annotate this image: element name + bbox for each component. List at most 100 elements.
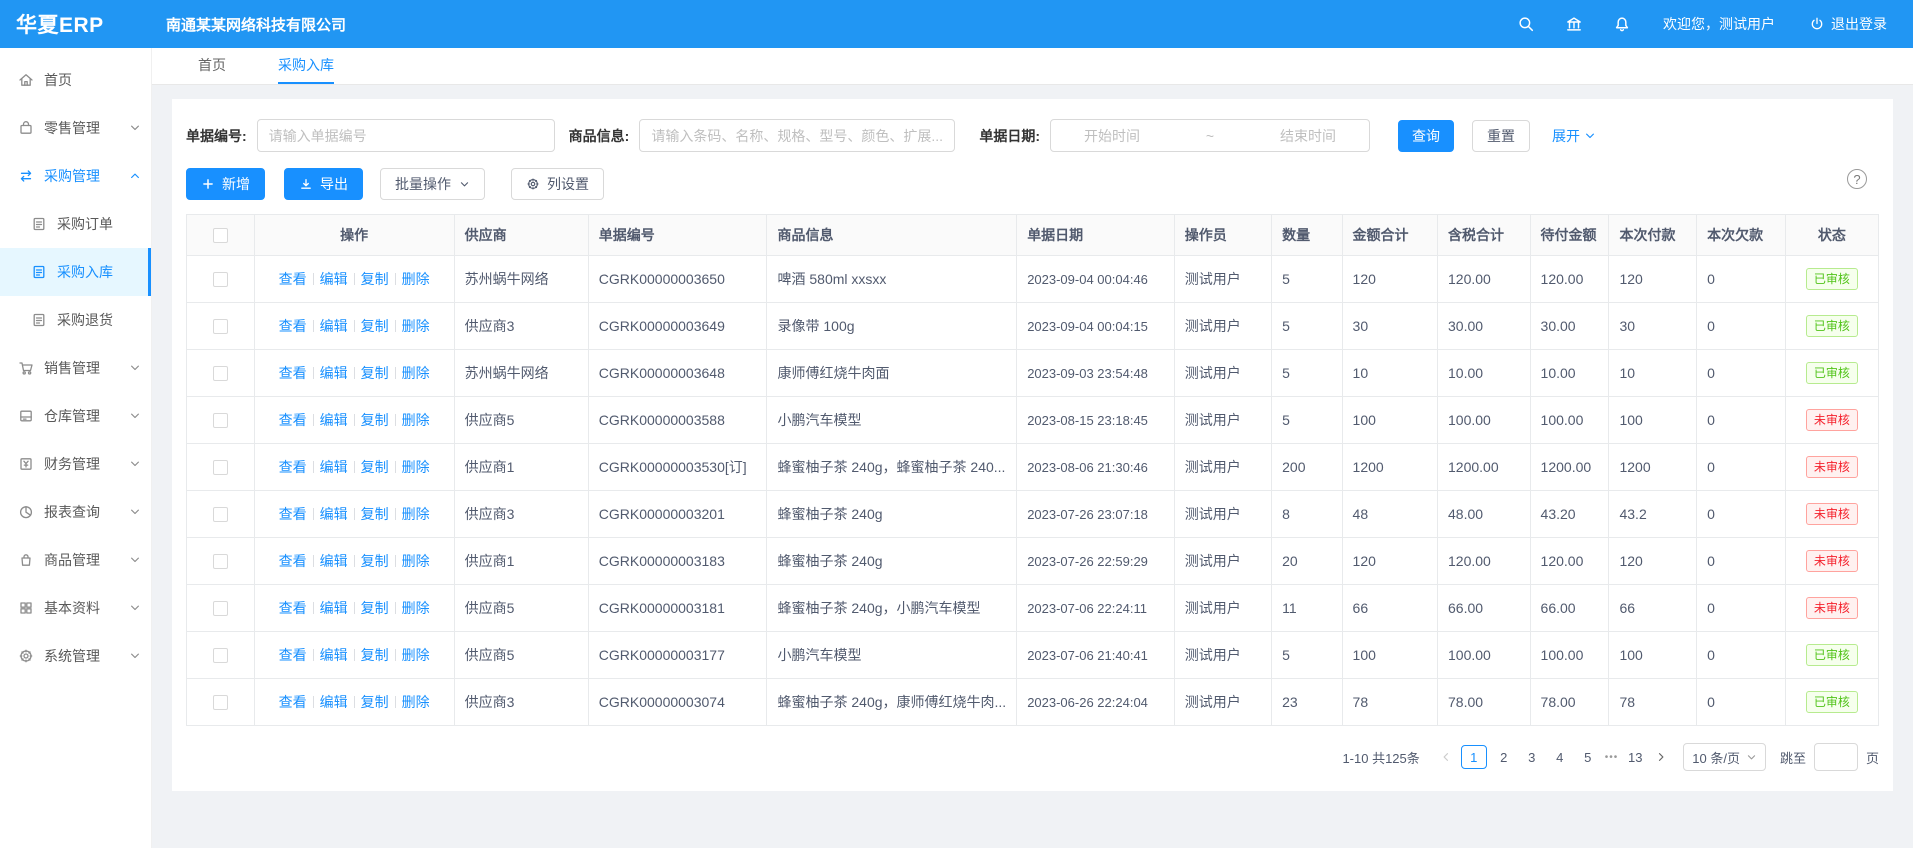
sidebar-item-retail[interactable]: 零售管理 xyxy=(0,104,151,152)
delete-link[interactable]: 删除 xyxy=(402,506,430,522)
sidebar-item-home[interactable]: 首页 xyxy=(0,56,151,104)
view-link[interactable]: 查看 xyxy=(279,365,307,381)
delete-link[interactable]: 删除 xyxy=(402,365,430,381)
page-button-2[interactable]: 2 xyxy=(1493,745,1515,769)
row-checkbox[interactable] xyxy=(213,319,228,334)
copy-link[interactable]: 复制 xyxy=(361,365,389,381)
delete-link[interactable]: 删除 xyxy=(402,553,430,569)
delete-link[interactable]: 删除 xyxy=(402,694,430,710)
batch-actions-button[interactable]: 批量操作 xyxy=(380,168,485,200)
chevron-down-icon xyxy=(129,458,141,470)
copy-link[interactable]: 复制 xyxy=(361,694,389,710)
row-checkbox[interactable] xyxy=(213,601,228,616)
prev-page-icon[interactable] xyxy=(1434,745,1458,769)
delete-link[interactable]: 删除 xyxy=(402,459,430,475)
edit-link[interactable]: 编辑 xyxy=(320,459,348,475)
copy-link[interactable]: 复制 xyxy=(361,412,389,428)
next-page-icon[interactable] xyxy=(1649,745,1673,769)
chevron-down-icon xyxy=(129,410,141,422)
page-size-select[interactable]: 10 条/页 xyxy=(1683,743,1766,771)
copy-link[interactable]: 复制 xyxy=(361,506,389,522)
help-icon[interactable]: ? xyxy=(1847,169,1867,189)
view-link[interactable]: 查看 xyxy=(279,318,307,334)
copy-link[interactable]: 复制 xyxy=(361,271,389,287)
edit-link[interactable]: 编辑 xyxy=(320,553,348,569)
sidebar-item-purchase[interactable]: 采购管理 xyxy=(0,152,151,200)
column-settings-button[interactable]: 列设置 xyxy=(511,168,604,200)
bank-icon[interactable] xyxy=(1565,15,1583,33)
row-checkbox[interactable] xyxy=(213,366,228,381)
edit-link[interactable]: 编辑 xyxy=(320,412,348,428)
view-link[interactable]: 查看 xyxy=(279,600,307,616)
copy-link[interactable]: 复制 xyxy=(361,318,389,334)
row-checkbox[interactable] xyxy=(213,695,228,710)
edit-link[interactable]: 编辑 xyxy=(320,694,348,710)
view-link[interactable]: 查看 xyxy=(279,553,307,569)
view-link[interactable]: 查看 xyxy=(279,412,307,428)
tab-home[interactable]: 首页 xyxy=(198,48,226,84)
sidebar-item-purchase-order[interactable]: 采购订单 xyxy=(0,200,151,248)
sidebar-item-purchase-return[interactable]: 采购退货 xyxy=(0,296,151,344)
edit-link[interactable]: 编辑 xyxy=(320,365,348,381)
status-badge: 已审核 xyxy=(1806,315,1858,337)
sidebar-item-basic-data[interactable]: 基本资料 xyxy=(0,584,151,632)
product-info-input[interactable] xyxy=(639,119,955,152)
sidebar-item-warehouse[interactable]: 仓库管理 xyxy=(0,392,151,440)
page-button-1[interactable]: 1 xyxy=(1461,745,1487,769)
delete-link[interactable]: 删除 xyxy=(402,600,430,616)
date-range-picker[interactable]: 开始时间 ~ 结束时间 xyxy=(1050,119,1370,152)
delete-link[interactable]: 删除 xyxy=(402,647,430,663)
tax-total-cell: 100.00 xyxy=(1438,397,1531,444)
copy-link[interactable]: 复制 xyxy=(361,459,389,475)
row-checkbox[interactable] xyxy=(213,413,228,428)
sidebar-item-finance[interactable]: 财务管理 xyxy=(0,440,151,488)
tab-purchase-inbound[interactable]: 采购入库 xyxy=(278,48,334,84)
page-button-4[interactable]: 4 xyxy=(1549,745,1571,769)
company-name: 南通某某网络科技有限公司 xyxy=(166,14,346,35)
jump-input[interactable] xyxy=(1814,743,1858,771)
page-button-3[interactable]: 3 xyxy=(1521,745,1543,769)
delete-link[interactable]: 删除 xyxy=(402,318,430,334)
qty-cell: 5 xyxy=(1272,350,1342,397)
export-button[interactable]: 导出 xyxy=(284,168,363,200)
sidebar-item-reports[interactable]: 报表查询 xyxy=(0,488,151,536)
copy-link[interactable]: 复制 xyxy=(361,600,389,616)
view-link[interactable]: 查看 xyxy=(279,506,307,522)
page-button-13[interactable]: 13 xyxy=(1624,745,1646,769)
search-icon[interactable] xyxy=(1517,15,1535,33)
delete-link[interactable]: 删除 xyxy=(402,412,430,428)
copy-link[interactable]: 复制 xyxy=(361,647,389,663)
sidebar-item-purchase-inbound[interactable]: 采购入库 xyxy=(0,248,151,296)
bell-icon[interactable] xyxy=(1613,15,1631,33)
row-checkbox[interactable] xyxy=(213,460,228,475)
delete-link[interactable]: 删除 xyxy=(402,271,430,287)
sidebar-item-sales[interactable]: 销售管理 xyxy=(0,344,151,392)
copy-link[interactable]: 复制 xyxy=(361,553,389,569)
edit-link[interactable]: 编辑 xyxy=(320,600,348,616)
bill-no-input[interactable] xyxy=(257,119,555,152)
row-checkbox[interactable] xyxy=(213,554,228,569)
add-button[interactable]: 新增 xyxy=(186,168,265,200)
view-link[interactable]: 查看 xyxy=(279,459,307,475)
status-badge: 已审核 xyxy=(1806,644,1858,666)
purchase-inbound-table: 操作供应商单据编号商品信息单据日期操作员数量金额合计含税合计待付金额本次付款本次… xyxy=(186,214,1879,726)
header-select-all xyxy=(187,215,255,256)
edit-link[interactable]: 编辑 xyxy=(320,271,348,287)
view-link[interactable]: 查看 xyxy=(279,647,307,663)
expand-link[interactable]: 展开 xyxy=(1552,126,1596,146)
select-all-checkbox[interactable] xyxy=(213,228,228,243)
sidebar-item-system[interactable]: 系统管理 xyxy=(0,632,151,680)
view-link[interactable]: 查看 xyxy=(279,694,307,710)
edit-link[interactable]: 编辑 xyxy=(320,647,348,663)
reset-button[interactable]: 重置 xyxy=(1472,120,1530,152)
row-checkbox[interactable] xyxy=(213,648,228,663)
edit-link[interactable]: 编辑 xyxy=(320,318,348,334)
edit-link[interactable]: 编辑 xyxy=(320,506,348,522)
logout-button[interactable]: 退出登录 xyxy=(1809,14,1887,34)
page-button-5[interactable]: 5 xyxy=(1577,745,1599,769)
view-link[interactable]: 查看 xyxy=(279,271,307,287)
row-checkbox[interactable] xyxy=(213,507,228,522)
search-button[interactable]: 查询 xyxy=(1398,120,1454,152)
sidebar-item-goods[interactable]: 商品管理 xyxy=(0,536,151,584)
row-checkbox[interactable] xyxy=(213,272,228,287)
